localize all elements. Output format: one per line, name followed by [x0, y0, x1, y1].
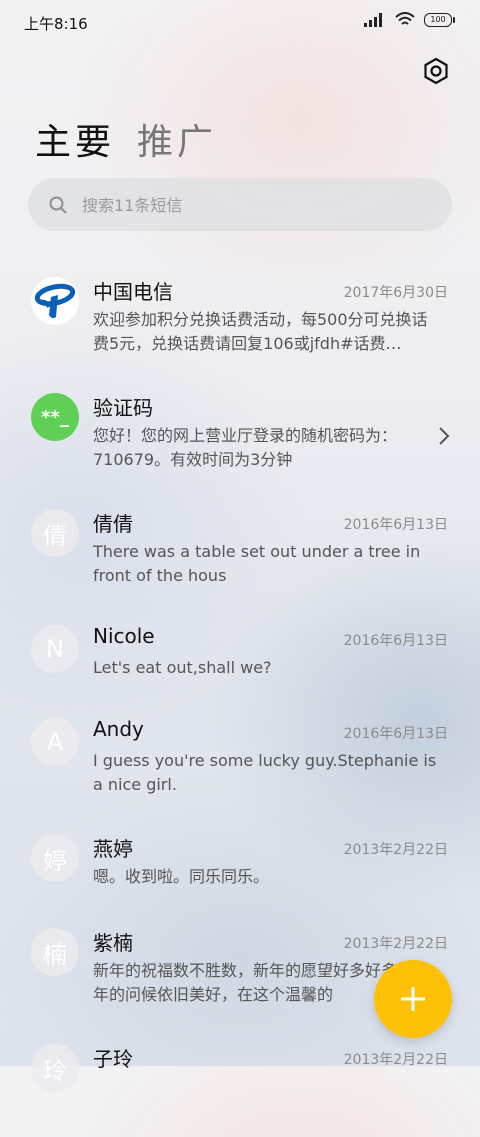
wifi-icon [395, 12, 415, 25]
avatar-text: 倩 [43, 521, 67, 550]
battery-level: 100 [430, 15, 446, 24]
contact-avatar: 玲 [31, 1044, 79, 1092]
signal-icon [364, 12, 382, 27]
verification-code-avatar: **_ [31, 393, 79, 441]
compose-new-message-button[interactable] [374, 960, 452, 1038]
china-telecom-logo-icon [31, 277, 79, 325]
avatar-text: **_ [41, 406, 69, 428]
search-input[interactable] [80, 178, 424, 233]
sender-name: 紫楠 [93, 931, 133, 955]
message-preview: Let's eat out,shall we? [93, 658, 272, 677]
message-date: 2016年6月13日 [343, 517, 448, 533]
message-row[interactable]: N Nicole 2016年6月13日 Let's eat out,shall … [0, 618, 480, 718]
plus-icon [401, 987, 425, 1011]
message-row[interactable]: 倩 倩倩 2016年6月13日 There was a table set ou… [0, 502, 480, 602]
message-preview: 您好！您的网上营业厅登录的随机密码为：710679。有效时间为3分钟 [93, 426, 398, 469]
message-row[interactable]: A Andy 2016年6月13日 I guess you're some lu… [0, 711, 480, 811]
avatar-text: 婷 [43, 846, 67, 875]
tab-promotion[interactable]: 推广 [137, 113, 217, 165]
sender-name: 验证码 [93, 396, 153, 420]
avatar-text: N [46, 635, 64, 663]
sender-name: Andy [93, 717, 144, 741]
message-row-verification-code[interactable]: **_ 验证码 您好！您的网上营业厅登录的随机密码为：710679。有效时间为3… [0, 386, 480, 486]
china-telecom-logo-avatar [31, 277, 79, 325]
sender-name: 子玲 [93, 1047, 133, 1071]
status-bar: 上午8:16 100 [0, 0, 480, 46]
contact-avatar: 婷 [31, 834, 79, 882]
message-date: 2017年6月30日 [343, 285, 448, 301]
sender-name: 中国电信 [93, 280, 173, 304]
message-preview: 嗯。收到啦。同乐同乐。 [93, 867, 270, 886]
message-row[interactable]: 婷 燕婷 2013年2月22日 嗯。收到啦。同乐同乐。 [0, 827, 480, 927]
message-preview: 欢迎参加积分兑换话费活动，每500分可兑换话费5元，兑换话费请回复106或jfd… [93, 310, 428, 353]
status-icons: 100 [364, 12, 455, 27]
message-date: 2016年6月13日 [343, 633, 448, 649]
avatar-text: 玲 [43, 1056, 67, 1085]
search-icon [49, 196, 67, 214]
sender-name: 燕婷 [93, 837, 133, 861]
tab-main[interactable]: 主要 [35, 113, 115, 165]
message-date: 2016年6月13日 [343, 726, 448, 742]
category-tabs: 主要 推广 [35, 113, 217, 165]
chevron-right-icon[interactable] [438, 426, 450, 446]
sender-name: 倩倩 [93, 512, 133, 536]
message-preview: I guess you're some lucky guy.Stephanie … [93, 751, 437, 794]
status-time: 上午8:16 [24, 15, 88, 33]
contact-avatar: 倩 [31, 509, 79, 557]
settings-hexagon-icon[interactable] [422, 57, 450, 85]
search-bar[interactable] [28, 178, 452, 233]
contact-avatar: N [31, 625, 79, 673]
sender-name: Nicole [93, 624, 155, 648]
message-row[interactable]: 玲 子玲 2013年2月22日 [0, 1037, 480, 1137]
message-date: 2013年2月22日 [343, 1052, 448, 1068]
battery-icon: 100 [424, 12, 455, 27]
message-date: 2013年2月22日 [343, 936, 448, 952]
contact-avatar: 楠 [31, 928, 79, 976]
avatar-text: 楠 [43, 940, 67, 969]
contact-avatar: A [31, 718, 79, 766]
message-row-china-telecom[interactable]: 中国电信 2017年6月30日 欢迎参加积分兑换话费活动，每500分可兑换话费5… [0, 270, 480, 370]
message-preview: There was a table set out under a tree i… [93, 542, 421, 585]
avatar-text: A [46, 728, 64, 756]
message-date: 2013年2月22日 [343, 842, 448, 858]
